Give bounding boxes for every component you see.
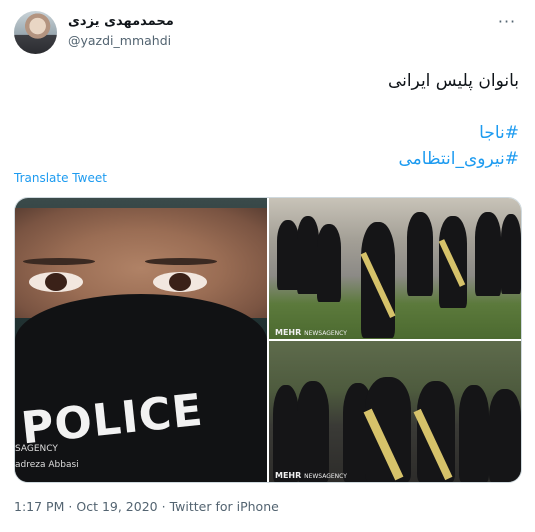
user-display-name[interactable]: محمدمهدی یزدی: [68, 14, 174, 29]
figure: [273, 385, 299, 482]
watermark: MEHR NEWSAGENCY: [275, 471, 347, 480]
photo-credit-photographer: adreza Abbasi: [15, 460, 79, 470]
tweet-source[interactable]: Twitter for iPhone: [170, 499, 279, 514]
photo-police-lineup[interactable]: MEHR NEWSAGENCY: [269, 341, 521, 482]
eyebrow: [145, 258, 217, 265]
figure: [297, 381, 329, 482]
tweet-date[interactable]: Oct 19, 2020: [76, 499, 157, 514]
more-options-icon[interactable]: ···: [495, 12, 519, 31]
figure: [317, 224, 341, 302]
figure: [489, 389, 521, 482]
figure: [501, 214, 521, 294]
media-grid: POLICE SAGENCY adreza Abbasi MEHR NEWSAG…: [14, 197, 522, 483]
user-handle[interactable]: @yazdi_mmahdi: [68, 33, 171, 48]
figure: [277, 220, 299, 290]
translate-tweet-link[interactable]: Translate Tweet: [14, 171, 107, 185]
photo-police-parade[interactable]: MEHR NEWSAGENCY: [269, 198, 521, 339]
hashtag-naja[interactable]: #ناجا: [19, 120, 519, 146]
tweet-time[interactable]: 1:17 PM: [14, 499, 64, 514]
photo-policewoman-closeup[interactable]: POLICE SAGENCY adreza Abbasi: [15, 198, 267, 482]
figure: [297, 216, 319, 294]
meta-separator: ·: [161, 499, 166, 514]
eyebrow: [23, 258, 95, 265]
watermark: MEHR NEWSAGENCY: [275, 328, 347, 337]
tweet-meta: 1:17 PM · Oct 19, 2020 · Twitter for iPhone: [14, 499, 279, 514]
figure: [475, 212, 501, 296]
meta-separator: ·: [68, 499, 73, 514]
photo-credit-agency: SAGENCY: [15, 444, 58, 454]
eye: [153, 272, 207, 292]
hashtag-niroo-entezami[interactable]: #نیروی_انتظامی: [19, 146, 520, 172]
eye: [29, 272, 83, 292]
figure: [407, 212, 433, 296]
figure: [459, 385, 489, 482]
tweet-body: بانوان پلیس ایرانی: [387, 71, 519, 91]
tweet-text: بانوان پلیس ایرانی #ناجا #نیروی_انتظامی: [19, 68, 519, 172]
avatar[interactable]: [14, 11, 57, 54]
